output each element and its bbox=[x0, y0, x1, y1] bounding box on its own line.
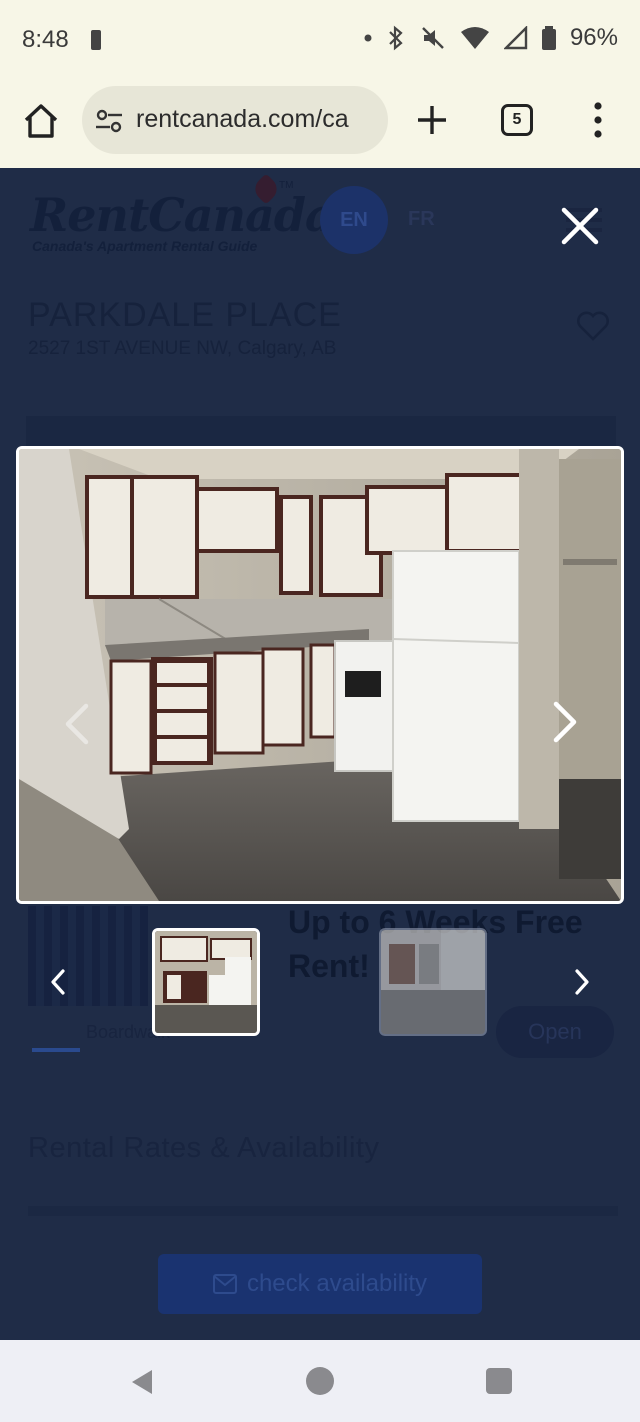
address-bar[interactable]: rentcanada.com/ca bbox=[82, 86, 388, 154]
logo-tagline: Canada's Apartment Rental Guide bbox=[32, 238, 258, 254]
recents-icon[interactable] bbox=[486, 1368, 512, 1394]
url-text: rentcanada.com/ca bbox=[136, 105, 349, 133]
notification-dot-icon bbox=[364, 34, 372, 42]
thumbnails-prev-arrow-icon[interactable] bbox=[48, 968, 68, 996]
kitchen-photo bbox=[19, 449, 621, 901]
status-icons: 96% bbox=[364, 24, 618, 52]
property-title: PARKDALE PLACE bbox=[28, 296, 342, 334]
tab-switcher-button[interactable]: 5 bbox=[501, 104, 533, 136]
thumbnail-living-room-image bbox=[381, 930, 485, 1034]
thumbnail-living-room[interactable] bbox=[379, 928, 487, 1036]
close-gallery-icon[interactable] bbox=[556, 202, 604, 250]
new-tab-icon[interactable] bbox=[414, 102, 450, 138]
more-menu-icon[interactable] bbox=[588, 100, 608, 140]
property-address: 2527 1ST AVENUE NW, Calgary, AB bbox=[28, 338, 337, 359]
thumbnail-kitchen[interactable] bbox=[152, 928, 260, 1036]
battery-saver-icon bbox=[91, 30, 101, 50]
home-icon[interactable] bbox=[20, 100, 62, 142]
signal-icon bbox=[503, 26, 528, 50]
bluetooth-icon bbox=[389, 25, 403, 51]
vibrate-off-icon bbox=[422, 27, 444, 49]
landlord-underline bbox=[32, 1048, 80, 1052]
thumbnails-next-arrow-icon[interactable] bbox=[572, 968, 592, 996]
system-nav-bar bbox=[0, 1340, 640, 1422]
wifi-icon bbox=[460, 27, 489, 49]
check-availability-label: check availability bbox=[246, 1270, 428, 1297]
battery-percent: 96% bbox=[569, 24, 618, 51]
logo-trademark: TM bbox=[279, 180, 294, 191]
status-time: 8:48 bbox=[22, 26, 69, 53]
browser-toolbar: rentcanada.com/ca 5 bbox=[0, 80, 640, 168]
site-settings-icon[interactable] bbox=[94, 106, 124, 136]
thumbnail-kitchen-image bbox=[155, 931, 257, 1033]
site-logo: RentCanada bbox=[30, 188, 335, 242]
gallery-next-arrow-icon[interactable] bbox=[550, 700, 580, 744]
rates-row-placeholder bbox=[28, 1206, 618, 1216]
battery-icon bbox=[541, 26, 556, 50]
language-en-button: EN bbox=[320, 186, 388, 254]
open-button: Open bbox=[496, 1006, 614, 1058]
back-icon[interactable] bbox=[128, 1368, 156, 1396]
status-bar: 8:48 96% bbox=[0, 0, 640, 80]
favorite-heart-icon bbox=[577, 311, 609, 341]
gallery-prev-arrow-icon[interactable] bbox=[62, 702, 92, 746]
check-availability-button: check availability bbox=[158, 1254, 482, 1314]
language-fr-button: FR bbox=[408, 208, 435, 230]
home-button-icon[interactable] bbox=[306, 1367, 334, 1395]
mail-icon bbox=[212, 1274, 237, 1294]
building-image bbox=[28, 906, 148, 1006]
gallery-main-photo[interactable] bbox=[16, 446, 624, 904]
rental-rates-heading: Rental Rates & Availability bbox=[28, 1132, 380, 1164]
